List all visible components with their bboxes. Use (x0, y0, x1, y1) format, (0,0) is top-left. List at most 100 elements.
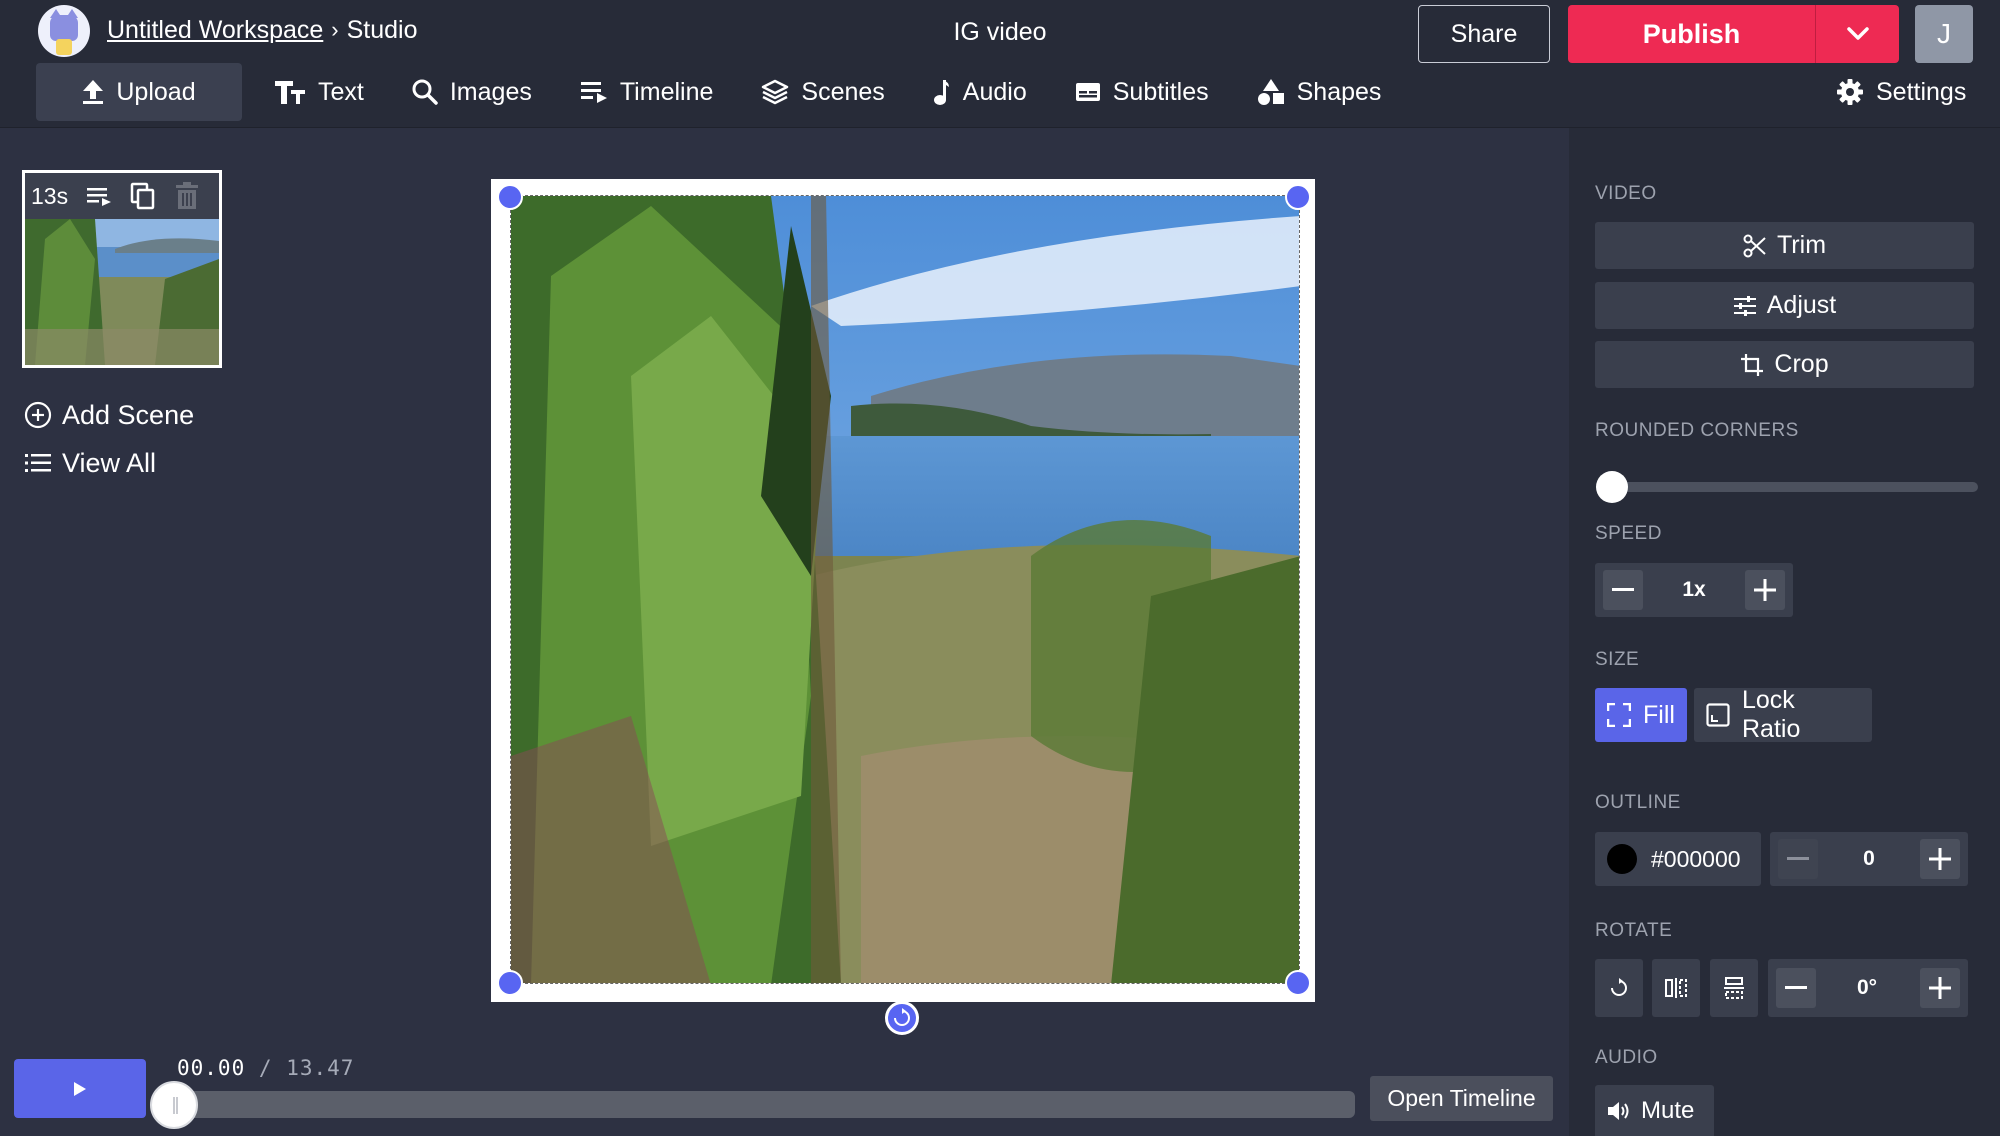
video-element[interactable] (510, 195, 1300, 984)
time-divider: / (258, 1056, 273, 1080)
resize-handle-bottom-right[interactable] (1285, 970, 1311, 996)
shapes-tool-button[interactable]: Shapes (1233, 63, 1406, 121)
playback-time: 00.00 / 13.47 (177, 1056, 354, 1084)
outline-width-stepper: 0 (1770, 832, 1968, 886)
images-tool-label: Images (449, 77, 532, 106)
sliders-icon (1733, 295, 1756, 316)
images-tool-button[interactable]: Images (388, 63, 556, 121)
scenes-tool-label: Scenes (801, 77, 885, 106)
duplicate-icon[interactable] (130, 182, 156, 210)
view-all-label: View All (62, 447, 157, 478)
outline-decrease-button[interactable] (1778, 839, 1818, 879)
lock-ratio-button[interactable]: Lock Ratio (1694, 686, 1872, 743)
trim-button[interactable]: Trim (1595, 222, 1974, 269)
play-button[interactable] (14, 1059, 146, 1118)
workspace-link[interactable]: Untitled Workspace (107, 16, 323, 45)
avatar[interactable]: J (1915, 5, 1973, 63)
main-toolbar: Upload Text Images Timeline Scenes Audio… (36, 63, 1405, 121)
shapes-icon (1257, 79, 1284, 105)
breadcrumb: Untitled Workspace › Studio (107, 14, 418, 46)
rotate-clockwise-button[interactable] (1595, 959, 1643, 1017)
chevron-down-icon (1846, 27, 1869, 40)
flip-vertical-button[interactable] (1710, 959, 1758, 1017)
outline-color-swatch (1607, 844, 1637, 874)
shapes-tool-label: Shapes (1296, 77, 1382, 106)
trim-label: Trim (1776, 231, 1827, 259)
playback-scrubber[interactable] (172, 1091, 1355, 1118)
minus-icon (1785, 986, 1807, 989)
scenes-tool-button[interactable]: Scenes (737, 63, 908, 121)
rotate-increase-button[interactable] (1920, 968, 1960, 1008)
cat-logo-icon (50, 9, 78, 41)
upload-button[interactable]: Upload (36, 63, 242, 121)
rounded-corners-slider[interactable] (1608, 482, 1978, 492)
subtitles-tool-label: Subtitles (1112, 77, 1209, 106)
scene-duration[interactable]: 13s (31, 183, 68, 210)
add-scene-label: Add Scene (62, 399, 195, 430)
list-icon (25, 454, 51, 472)
view-all-button[interactable]: View All (24, 445, 156, 481)
speed-section-label: SPEED (1595, 523, 1662, 544)
speed-value[interactable]: 1x (1651, 563, 1737, 617)
music-note-icon (933, 80, 949, 105)
outline-width-value[interactable]: 0 (1826, 832, 1912, 886)
size-section-label: SIZE (1595, 649, 1640, 670)
open-timeline-button[interactable]: Open Timeline (1370, 1076, 1553, 1121)
trash-icon[interactable] (174, 182, 200, 210)
rotate-section-label: ROTATE (1595, 920, 1673, 941)
breadcrumb-section: Studio (346, 15, 418, 44)
subtitles-tool-button[interactable]: Subtitles (1051, 63, 1233, 121)
text-tool-button[interactable]: Text (250, 63, 388, 121)
lock-ratio-label: Lock Ratio (1741, 686, 1801, 743)
outline-color-value: #000000 (1651, 845, 1741, 872)
outline-increase-button[interactable] (1920, 839, 1960, 879)
gear-icon (1837, 79, 1863, 105)
timeline-tool-button[interactable]: Timeline (556, 63, 738, 121)
timeline-tool-label: Timeline (619, 77, 714, 106)
outline-section-label: OUTLINE (1595, 792, 1681, 813)
speed-increase-button[interactable] (1745, 570, 1785, 610)
timeline-icon (580, 82, 607, 103)
subtitles-icon (1075, 83, 1100, 101)
scene-card[interactable]: 13s (22, 170, 222, 368)
plus-circle-icon (24, 401, 52, 429)
crop-button[interactable]: Crop (1595, 341, 1974, 388)
minus-icon (1612, 588, 1634, 591)
publish-options-button[interactable] (1815, 5, 1899, 63)
scrubber-handle[interactable] (150, 1081, 198, 1129)
audio-tool-label: Audio (962, 77, 1027, 106)
publish-button[interactable]: Publish (1568, 5, 1815, 63)
flip-vertical-icon (1724, 977, 1744, 999)
share-button[interactable]: Share (1418, 5, 1550, 63)
play-icon (74, 1081, 86, 1096)
rotate-decrease-button[interactable] (1776, 968, 1816, 1008)
crop-icon (1741, 353, 1764, 376)
flip-horizontal-button[interactable] (1652, 959, 1700, 1017)
rotate-angle-value[interactable]: 0° (1824, 959, 1910, 1017)
audio-section-label: AUDIO (1595, 1047, 1658, 1068)
rounded-corners-slider-handle[interactable] (1596, 471, 1628, 503)
resize-handle-top-left[interactable] (497, 184, 523, 210)
fill-button[interactable]: Fill (1595, 688, 1687, 742)
rotate-handle[interactable] (885, 1001, 919, 1035)
settings-label: Settings (1876, 77, 1967, 106)
outline-color-picker[interactable]: #000000 (1595, 832, 1761, 886)
plus-icon (1929, 848, 1951, 870)
flip-horizontal-icon (1665, 978, 1687, 998)
upload-label: Upload (116, 77, 196, 106)
add-scene-button[interactable]: Add Scene (24, 397, 194, 433)
resize-handle-top-right[interactable] (1285, 184, 1311, 210)
adjust-button[interactable]: Adjust (1595, 282, 1974, 329)
project-title[interactable]: IG video (900, 18, 1100, 47)
rotate-icon (894, 1008, 910, 1026)
mute-button[interactable]: Mute (1595, 1085, 1714, 1136)
video-section-label: VIDEO (1595, 183, 1657, 204)
plus-icon (1929, 977, 1951, 999)
scene-thumbnail[interactable] (25, 219, 219, 365)
reorder-icon[interactable] (86, 185, 112, 207)
audio-tool-button[interactable]: Audio (909, 63, 1051, 121)
resize-handle-bottom-left[interactable] (497, 970, 523, 996)
speed-decrease-button[interactable] (1603, 570, 1643, 610)
settings-button[interactable]: Settings (1836, 63, 1966, 121)
app-logo[interactable] (38, 5, 90, 57)
